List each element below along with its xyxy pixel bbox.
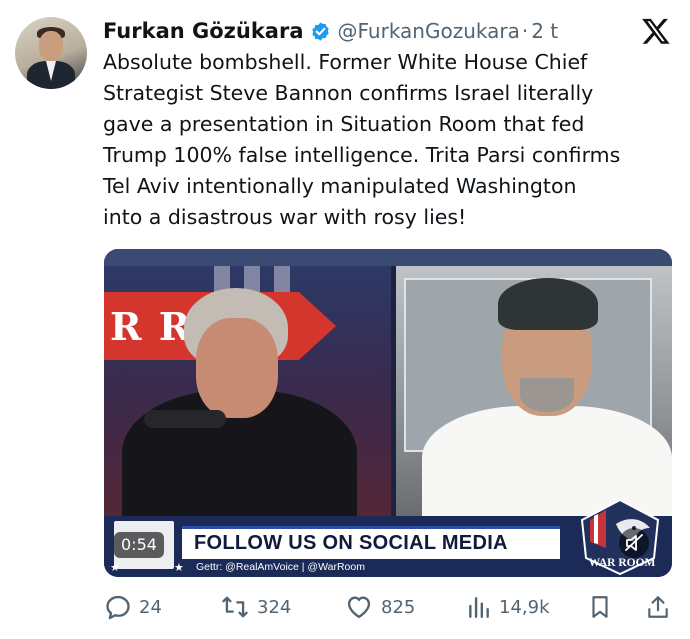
video-duration-badge: 0:54 [114, 532, 164, 558]
share-icon [648, 596, 668, 618]
follow-bar: FOLLOW US ON SOCIAL MEDIA [182, 526, 560, 559]
lower-third-title: FOLLOW US ON SOCIAL MEDIA [194, 532, 508, 554]
meta-separator: · [521, 19, 529, 43]
author-avatar[interactable] [15, 17, 87, 89]
video-panel-right [396, 266, 672, 516]
views-button[interactable]: 14,9k [466, 592, 550, 622]
views-count: 14,9k [499, 596, 550, 618]
repost-icon [222, 596, 248, 618]
repost-count: 324 [257, 596, 292, 618]
reply-button[interactable]: 24 [104, 592, 162, 622]
lower-third: FOLLOW US ON SOCIAL MEDIA ★ ★ Gettr: @Re… [104, 498, 672, 577]
repost-button[interactable]: 324 [220, 592, 291, 622]
bookmark-icon [592, 596, 608, 618]
heart-icon [347, 596, 371, 619]
author-name[interactable]: Furkan Gözükara [103, 19, 304, 43]
lower-third-subtitle: Gettr: @RealAmVoice | @WarRoom [196, 561, 365, 573]
tweet-header: Furkan Gözükara @FurkanGozukara · 2 t [103, 15, 558, 47]
reply-count: 24 [139, 596, 162, 618]
share-button[interactable] [645, 592, 671, 622]
microphone [144, 410, 226, 428]
like-count: 825 [381, 596, 416, 618]
speaker-muted-icon [625, 534, 643, 551]
mute-button[interactable] [619, 528, 649, 558]
views-icon [469, 597, 489, 618]
tweet-text: Absolute bombshell. Former White House C… [103, 50, 621, 229]
like-button[interactable]: 825 [344, 592, 415, 622]
video-panel-left: R RO M [104, 266, 391, 516]
tweet-video[interactable]: R RO M FOLLOW US ON SOCIAL MEDIA ★ ★ Get… [104, 249, 672, 577]
x-logo-icon[interactable] [641, 16, 671, 46]
reply-icon [106, 595, 130, 620]
war-room-logo-text: WAR ROOM [588, 557, 656, 569]
video-top-band [104, 249, 672, 266]
author-handle[interactable]: @FurkanGozukara [338, 19, 520, 43]
verified-badge-icon [311, 21, 329, 41]
tweet-action-bar: 24 324 825 14,9k [104, 592, 674, 622]
bookmark-button[interactable] [587, 592, 613, 622]
tweet-timestamp[interactable]: 2 t [531, 19, 558, 43]
